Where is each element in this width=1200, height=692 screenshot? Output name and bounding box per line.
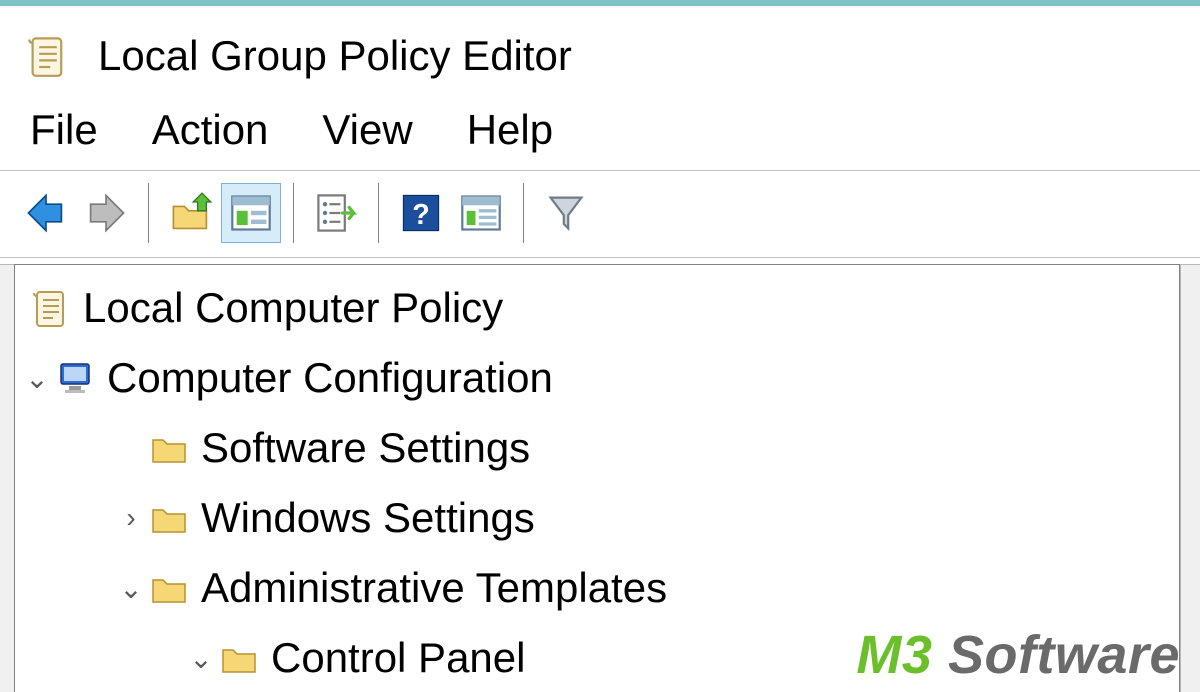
panel-left-margin [0, 264, 14, 692]
computer-icon [53, 358, 97, 398]
window-title: Local Group Policy Editor [98, 32, 572, 80]
toolbar-separator [378, 183, 379, 243]
help-icon [399, 191, 443, 235]
menu-help[interactable]: Help [467, 106, 553, 154]
panel-right-margin [1180, 264, 1200, 692]
tree-node-administrative-templates[interactable]: ⌄ Administrative Templates [15, 553, 1179, 623]
folder-icon [147, 568, 191, 608]
tree-label: Control Panel [271, 634, 525, 682]
toolbar-separator [523, 183, 524, 243]
show-hide-tree-icon [459, 191, 503, 235]
tree-label: Windows Settings [201, 494, 535, 542]
tree-label: Local Computer Policy [83, 284, 503, 332]
help-button[interactable] [391, 183, 451, 243]
folder-icon [147, 498, 191, 538]
chevron-down-icon[interactable]: ⌄ [115, 572, 147, 605]
tree-label: Computer Configuration [107, 354, 553, 402]
tree-node-computer-configuration[interactable]: ⌄ Computer Configuration [15, 343, 1179, 413]
export-list-button[interactable] [306, 183, 366, 243]
tree-node-root[interactable]: Local Computer Policy [15, 273, 1179, 343]
menu-action[interactable]: Action [152, 106, 269, 154]
toolbar [0, 171, 1200, 257]
toolbar-separator [293, 183, 294, 243]
menu-view[interactable]: View [322, 106, 412, 154]
forward-arrow-icon [84, 191, 128, 235]
chevron-right-icon[interactable]: › [115, 502, 147, 534]
properties-icon [229, 191, 273, 235]
tree-label: Administrative Templates [201, 564, 667, 612]
folder-icon [217, 638, 261, 678]
back-arrow-icon [24, 191, 68, 235]
filter-icon [544, 191, 588, 235]
app-scroll-icon [26, 34, 70, 78]
filter-button[interactable] [536, 183, 596, 243]
up-one-level-button[interactable] [161, 183, 221, 243]
tree-node-software-settings[interactable]: Software Settings [15, 413, 1179, 483]
scroll-icon [29, 288, 73, 328]
menu-bar: File Action View Help [0, 102, 1200, 170]
chevron-down-icon[interactable]: ⌄ [185, 642, 217, 675]
window-title-bar: Local Group Policy Editor [0, 6, 1200, 102]
forward-button[interactable] [76, 183, 136, 243]
tree-node-windows-settings[interactable]: › Windows Settings [15, 483, 1179, 553]
folder-icon [147, 428, 191, 468]
menu-file[interactable]: File [30, 106, 98, 154]
chevron-down-icon[interactable]: ⌄ [21, 362, 53, 395]
tree-label: Software Settings [201, 424, 530, 472]
back-button[interactable] [16, 183, 76, 243]
content-area: Local Computer Policy ⌄ Computer Configu… [0, 264, 1200, 692]
up-folder-icon [169, 191, 213, 235]
show-hide-tree-button[interactable] [451, 183, 511, 243]
tree-node-control-panel[interactable]: ⌄ Control Panel [15, 623, 1179, 692]
tree-panel: Local Computer Policy ⌄ Computer Configu… [14, 264, 1180, 692]
export-list-icon [314, 191, 358, 235]
properties-button[interactable] [221, 183, 281, 243]
toolbar-separator [148, 183, 149, 243]
toolbar-separator-bottom [0, 257, 1200, 258]
